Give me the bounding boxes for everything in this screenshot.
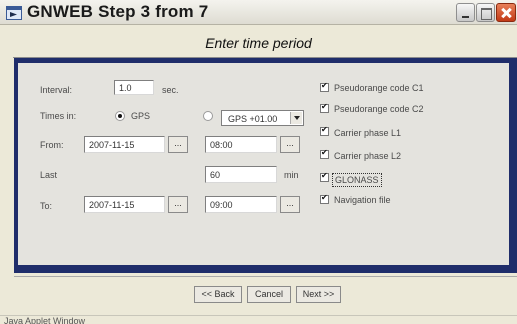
timezone-select-value: GPS +01.00 (228, 114, 278, 124)
from-time-picker-button[interactable]: ... (280, 136, 300, 153)
from-label: From: (40, 140, 64, 150)
gps-radio-label: GPS (131, 111, 151, 121)
from-date-input[interactable]: 2007-11-15 (84, 136, 165, 153)
interval-label: Interval: (40, 85, 73, 95)
gps-radio[interactable] (115, 111, 125, 121)
last-duration-unit: min (284, 170, 299, 180)
interval-unit: sec. (162, 85, 179, 95)
glonass-label: GLONASS (332, 173, 382, 187)
window-title: GNWEB Step 3 from 7 (27, 2, 209, 21)
form-panel (18, 63, 509, 265)
close-button[interactable] (496, 3, 516, 22)
back-button[interactable]: << Back (194, 286, 242, 303)
pseudorange-c2-checkbox[interactable] (320, 102, 329, 113)
times-in-label: Times in: (40, 111, 77, 121)
from-date-picker-button[interactable]: ... (168, 136, 188, 153)
chevron-down-icon[interactable] (290, 112, 302, 124)
last-label: Last (40, 170, 58, 180)
applet-window: GNWEB Step 3 from 7 Enter time period In… (0, 0, 517, 324)
from-time-input[interactable]: 08:00 (205, 136, 277, 153)
carrier-phase-l2-label: Carrier phase L2 (334, 151, 402, 161)
status-text: Java Applet Window (4, 316, 86, 324)
cancel-button[interactable]: Cancel (247, 286, 291, 303)
divider (14, 276, 517, 277)
to-date-picker-button[interactable]: ... (168, 196, 188, 213)
pseudorange-c2-label: Pseudorange code C2 (334, 104, 424, 114)
to-time-picker-button[interactable]: ... (280, 196, 300, 213)
step-heading: Enter time period (205, 35, 312, 51)
to-label: To: (40, 201, 53, 211)
to-time-input[interactable]: 09:00 (205, 196, 277, 213)
minimize-button[interactable] (456, 3, 475, 22)
pseudorange-c1-checkbox[interactable] (320, 81, 329, 92)
pseudorange-c1-label: Pseudorange code C1 (334, 83, 424, 93)
next-button[interactable]: Next >> (296, 286, 341, 303)
carrier-phase-l1-checkbox[interactable] (320, 125, 329, 136)
glonass-checkbox[interactable] (320, 171, 329, 182)
to-date-input[interactable]: 2007-11-15 (84, 196, 165, 213)
timezone-select[interactable]: GPS +01.00 (221, 110, 304, 126)
interval-input[interactable]: 1.0 (114, 80, 154, 95)
last-duration-input[interactable]: 60 (205, 166, 277, 183)
navigation-file-checkbox[interactable] (320, 193, 329, 204)
carrier-phase-l2-checkbox[interactable] (320, 148, 329, 159)
navigation-file-label: Navigation file (334, 195, 391, 205)
timezone-radio[interactable] (203, 111, 213, 121)
carrier-phase-l1-label: Carrier phase L1 (334, 128, 402, 138)
java-app-icon (6, 6, 22, 20)
title-bar[interactable]: GNWEB Step 3 from 7 (0, 0, 517, 25)
maximize-button[interactable] (476, 3, 495, 22)
